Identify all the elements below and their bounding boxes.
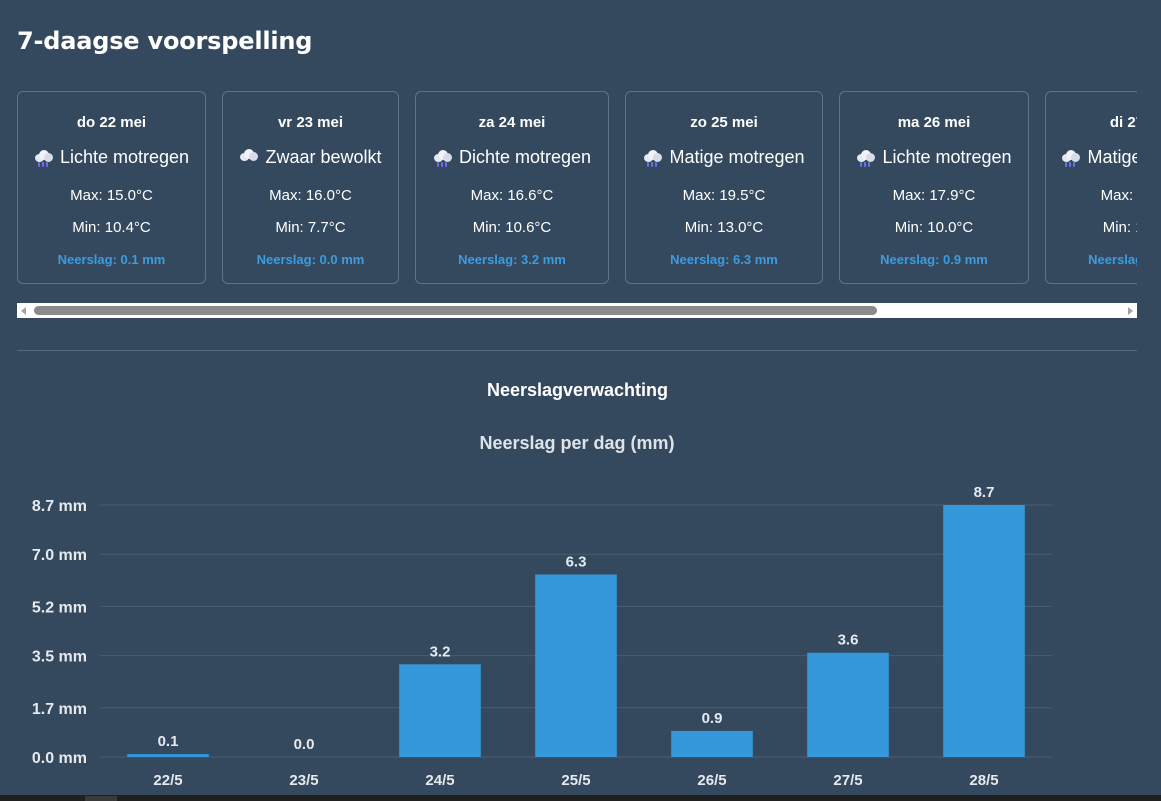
chart-bar [535,574,617,757]
forecast-page: 7-daagse voorspelling do 22 mei Lichte m… [0,0,1161,801]
rain-cloud-icon [643,149,663,168]
chart-y-axis: 0.0 mm 1.7 mm 3.5 mm 5.2 mm 7.0 mm 8.7 mm [32,498,87,767]
chart-bar [127,754,209,757]
chart-y-tick-label: 7.0 mm [32,547,87,564]
forecast-min-temp: Min: 12.0°C [1102,219,1137,236]
forecast-description: Lichte motregen [882,147,1012,167]
rain-cloud-icon [856,149,876,168]
chart-y-tick-label: 8.7 mm [32,498,87,515]
precipitation-chart: Neerslag per dag (mm) 0.0 mm 1.7 mm 3.5 mm… [32,433,1052,789]
rain-cloud-icon [1061,149,1081,168]
chart-y-tick-label: 3.5 mm [32,649,87,666]
forecast-condition: Lichte motregen [840,147,1028,168]
rain-cloud-icon [433,149,453,168]
chart-bars [127,505,1025,757]
forecast-min-temp: Min: 10.0°C [894,219,974,236]
bottom-tab [85,796,117,801]
chart-data-label: 0.1 [158,733,179,750]
forecast-cards-track: do 22 mei Lichte motregen Max: 15.0°C Mi… [17,91,1137,288]
chart-bar [399,664,481,757]
section-divider [17,350,1137,351]
forecast-card: do 22 mei Lichte motregen Max: 15.0°C Mi… [17,91,206,284]
forecast-condition: Dichte motregen [416,147,608,168]
scroll-left-arrow-icon[interactable] [21,307,26,315]
forecast-date: ma 26 mei [897,114,971,131]
forecast-date: do 22 mei [76,114,147,131]
chart-data-label: 0.0 [294,736,315,753]
forecast-card: ma 26 mei Lichte motregen Max: 17.9°C Mi… [839,91,1029,284]
chart-x-tick-label: 24/5 [425,772,454,789]
chart-x-tick-label: 23/5 [289,772,318,789]
chart-x-tick-label: 26/5 [697,772,726,789]
forecast-date: vr 23 mei [277,114,344,131]
forecast-max-temp: Max: 15.0°C [70,187,153,204]
chart-x-tick-label: 28/5 [969,772,998,789]
forecast-precipitation: Neerslag: 6.3 mm [670,252,778,267]
forecast-max-temp: Max: 21.0°C [1100,187,1137,204]
chart-bar [943,505,1025,757]
forecast-max-temp: Max: 17.9°C [892,187,976,204]
precipitation-heading: Neerslagverwachting [486,380,669,400]
forecast-precipitation: Neerslag: 3.6 mm [1088,252,1137,267]
forecast-min-temp: Min: 13.0°C [684,219,764,236]
chart-y-tick-label: 1.7 mm [32,701,87,718]
chart-data-label: 0.9 [702,710,723,727]
forecast-min-temp: Min: 10.6°C [472,219,552,236]
chart-data-label: 3.6 [838,632,859,649]
scrollbar-thumb[interactable] [34,306,877,315]
scroll-right-arrow-icon[interactable] [1128,307,1133,315]
forecast-condition: Matige motregen [626,147,822,168]
forecast-min-temp: Min: 7.7°C [275,219,346,236]
forecast-precipitation: Neerslag: 0.9 mm [880,252,988,267]
forecast-card: di 27 mei Matige motregen Max: 21.0°C Mi… [1045,91,1137,284]
chart-bar [807,652,889,757]
forecast-min-temp: Min: 10.4°C [72,219,151,236]
chart-title: Neerslag per dag (mm) [479,433,674,453]
forecast-condition: Zwaar bewolkt [223,147,398,168]
forecast-description: Lichte motregen [59,147,190,167]
forecast-description: Dichte motregen [458,147,592,167]
chart-x-tick-label: 25/5 [561,772,590,789]
forecast-cards-scroller[interactable]: do 22 mei Lichte motregen Max: 15.0°C Mi… [17,91,1137,288]
chart-y-tick-label: 5.2 mm [32,599,87,616]
forecast-card: za 24 mei Dichte motregen Max: 16.6°C Mi… [415,91,609,284]
chart-x-tick-label: 22/5 [153,772,182,789]
chart-y-tick-label: 0.0 mm [32,750,87,767]
page-title: 7-daagse voorspelling [17,27,313,55]
forecast-max-temp: Max: 16.6°C [470,187,554,204]
forecast-date: di 27 mei [1109,114,1137,131]
forecast-date: za 24 mei [478,114,546,131]
forecast-card: zo 25 mei Matige motregen Max: 19.5°C Mi… [625,91,823,284]
forecast-date: zo 25 mei [690,114,758,131]
forecast-condition: Lichte motregen [18,147,205,168]
forecast-precipitation: Neerslag: 0.0 mm [256,252,365,267]
forecast-precipitation: Neerslag: 0.1 mm [57,252,166,267]
forecast-description: Zwaar bewolkt [265,147,382,167]
rain-cloud-icon [34,149,54,168]
cloud-icon [239,149,259,163]
forecast-max-temp: Max: 16.0°C [269,187,352,204]
chart-x-tick-label: 27/5 [833,772,862,789]
window-bottom-strip [0,795,1161,801]
forecast-precipitation: Neerslag: 3.2 mm [458,252,566,267]
chart-x-axis: 22/5 23/5 24/5 25/5 26/5 27/5 28/5 [153,772,998,789]
forecast-max-temp: Max: 19.5°C [682,187,766,204]
chart-data-label: 8.7 [974,484,995,501]
forecast-card: vr 23 mei Zwaar bewolkt Max: 16.0°C Min:… [222,91,399,284]
forecast-description: Matige motregen [669,147,805,167]
chart-data-label: 6.3 [566,554,587,571]
forecast-description: Matige motregen [1087,147,1137,167]
chart-data-label: 3.2 [430,643,451,660]
horizontal-scrollbar[interactable] [17,303,1137,318]
forecast-condition: Matige motregen [1046,147,1137,168]
chart-bar [671,730,753,757]
